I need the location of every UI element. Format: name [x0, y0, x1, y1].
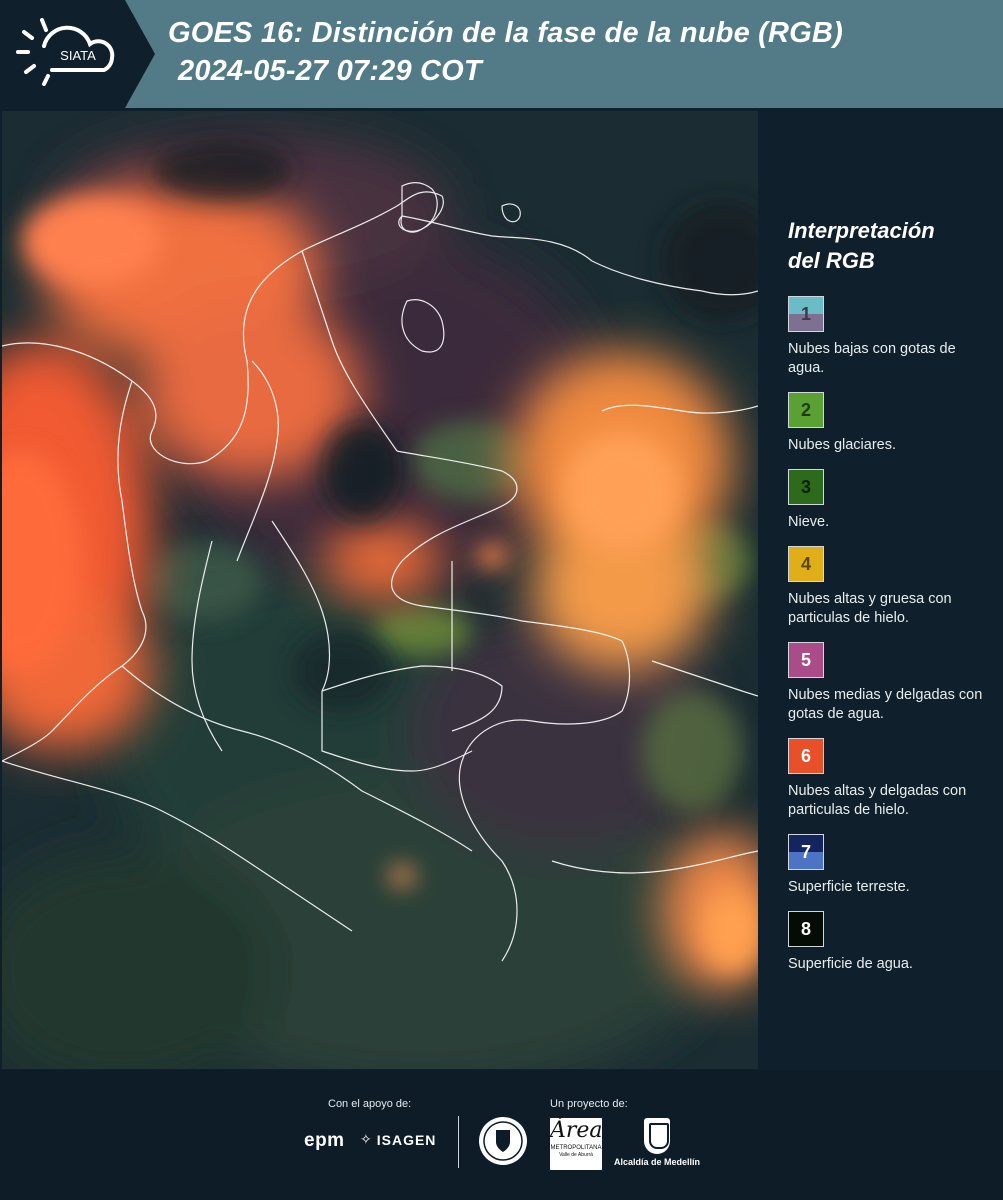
legend-title-line1: Interpretación	[788, 218, 935, 243]
legend-item: 8 Superficie de agua.	[788, 911, 988, 974]
shield-icon	[644, 1118, 670, 1154]
legend-item: 5 Nubes medias y delgadas con gotas de a…	[788, 642, 988, 724]
header: SIATA GOES 16: Distinción de la fase de …	[0, 0, 1003, 108]
legend-item: 3 Nieve.	[788, 469, 988, 532]
legend-item: 4 Nubes altas y gruesa con particulas de…	[788, 546, 988, 628]
legend-label: Nubes bajas con gotas de agua.	[788, 341, 956, 376]
amva-text2: Valle de Aburrá	[559, 1152, 593, 1158]
siata-logo: SIATA	[0, 0, 155, 108]
title-line1: GOES 16: Distinción de la fase de la nub…	[168, 17, 843, 49]
project-label: Un proyecto de:	[550, 1098, 628, 1110]
alcaldia-logo: Alcaldía de Medellín	[612, 1118, 702, 1167]
isagen-icon: ✧	[360, 1131, 373, 1147]
isagen-label: ISAGEN	[376, 1131, 437, 1148]
title-line2: 2024-05-27 07:29 COT	[178, 55, 482, 87]
legend-swatch: 8	[788, 911, 824, 947]
logo-text: SIATA	[60, 48, 96, 63]
legend-item: 7 Superficie terreste.	[788, 834, 988, 897]
legend-title: Interpretación del RGB	[788, 216, 988, 276]
legend-item: 6 Nubes altas y delgadas con particulas …	[788, 738, 988, 820]
university-seal-icon	[478, 1116, 528, 1171]
page-title: GOES 16: Distinción de la fase de la nub…	[168, 14, 843, 90]
legend-swatch: 6	[788, 738, 824, 774]
legend-label: Nubes glaciares.	[788, 437, 896, 453]
epm-logo: epm	[304, 1130, 345, 1151]
legend-swatch: 7	[788, 834, 824, 870]
legend-item: 1 Nubes bajas con gotas de agua.	[788, 296, 988, 378]
legend-label: Nubes altas y gruesa con particulas de h…	[788, 591, 952, 626]
alcaldia-label: Alcaldía de Medellín	[613, 1157, 701, 1167]
legend-swatch: 1	[788, 296, 824, 332]
legend-swatch: 5	[788, 642, 824, 678]
legend-swatch: 2	[788, 392, 824, 428]
amva-logo: Área METROPOLITANA Valle de Aburrá	[550, 1118, 603, 1170]
legend-label: Nubes altas y delgadas con particulas de…	[788, 783, 967, 818]
amva-text1: METROPOLITANA	[550, 1145, 602, 1151]
legend-swatch: 3	[788, 469, 824, 505]
footer-divider	[458, 1116, 459, 1168]
legend-swatch: 4	[788, 546, 824, 582]
legend-label: Nieve.	[788, 514, 830, 530]
support-label: Con el apoyo de:	[328, 1098, 412, 1110]
legend-label: Nubes medias y delgadas con gotas de agu…	[788, 687, 983, 722]
footer: Con el apoyo de: Un proyecto de: epm ✧ I…	[0, 1070, 1003, 1200]
legend-item: 2 Nubes glaciares.	[788, 392, 988, 455]
legend-title-line2: del RGB	[788, 248, 875, 273]
rgb-legend: Interpretación del RGB 1 Nubes bajas con…	[788, 216, 988, 988]
legend-label: Superficie de agua.	[788, 956, 913, 972]
isagen-logo: ✧ ISAGEN	[360, 1131, 436, 1148]
satellite-map	[2, 111, 758, 1069]
legend-label: Superficie terreste.	[788, 879, 910, 895]
